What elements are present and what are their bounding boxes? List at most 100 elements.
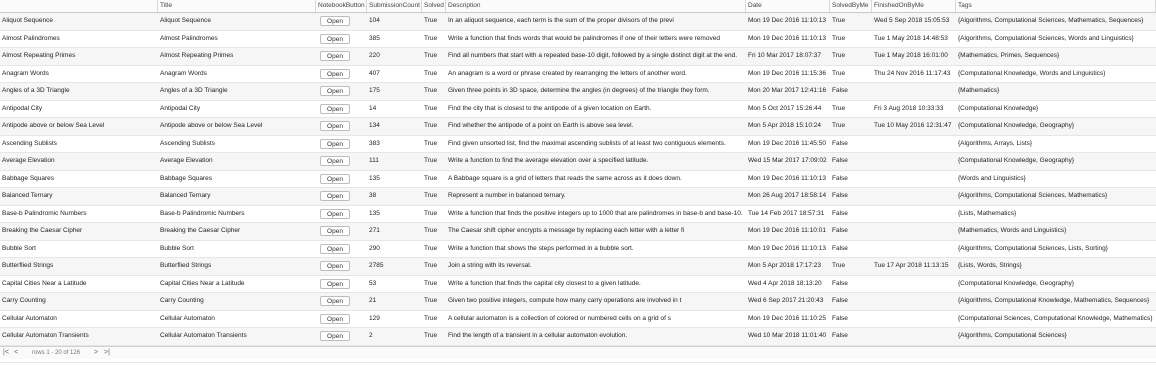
cell-tags: {Algorithms, Computational Sciences, Mat…	[958, 192, 1108, 199]
cell-date: Mon 5 Apr 2018 15:10:24	[748, 122, 822, 129]
cell-title: Almost Palindromes	[160, 34, 218, 42]
table-row[interactable]: Antipodal City Antipodal City 14 True Find t…	[0, 101, 1156, 118]
cell-finished-on	[872, 311, 956, 328]
cell-name: Breaking the Caesar Cipher	[2, 227, 83, 234]
cell-tags: {Algorithms, Arrays, Lists}	[958, 139, 1033, 147]
cell-finished-on	[872, 206, 956, 223]
cell-tags: {Mathematics}	[958, 87, 1000, 94]
last-page-button[interactable]: >|	[104, 347, 110, 359]
cell-finished-on	[872, 328, 956, 345]
table-row[interactable]: Ascending Sublists Ascending Sublists 383 T…	[0, 136, 1156, 153]
cell-solved: True	[424, 104, 438, 112]
cell-submission-count: 53	[369, 279, 377, 287]
open-notebook-button[interactable]: Open	[320, 173, 350, 184]
cell-name: Anagram Words	[2, 69, 49, 77]
cell-solved: True	[424, 52, 438, 59]
cell-title: Cellular Automaton	[160, 314, 215, 322]
header-name[interactable]	[0, 0, 158, 12]
cell-solved: True	[424, 69, 438, 77]
cell-description: Find given unsorted list, find the maxim…	[448, 139, 726, 147]
prev-page-button[interactable]: <	[14, 347, 18, 359]
cell-solved-by-me: False	[832, 244, 848, 252]
cell-submission-count: 111	[369, 157, 379, 164]
open-notebook-button[interactable]: Open	[320, 121, 350, 131]
table-row[interactable]: Balanced Ternary Balanced Ternary 38 True Re…	[0, 188, 1156, 206]
open-notebook-button[interactable]: Open	[320, 103, 350, 114]
table-row[interactable]: Bubble Sort Bubble Sort 290 True Write a fun…	[0, 241, 1156, 258]
header-tags[interactable]: Tags	[956, 0, 1156, 12]
table-row[interactable]: Anagram Words Anagram Words 407 True An anag…	[0, 66, 1156, 83]
table-row[interactable]: Carry Counting Carry Counting 21 True Given …	[0, 293, 1156, 311]
cell-solved: True	[424, 122, 438, 129]
open-notebook-button[interactable]: Open	[320, 331, 350, 341]
cell-submission-count: 175	[369, 87, 380, 94]
header-submission-count[interactable]: SubmissionCount	[367, 0, 422, 12]
cell-solved: True	[424, 297, 438, 304]
open-notebook-button[interactable]: Open	[320, 138, 350, 149]
cell-solved-by-me: False	[832, 209, 848, 217]
cell-solved: True	[424, 332, 438, 339]
open-notebook-button[interactable]: Open	[320, 156, 350, 166]
open-notebook-button[interactable]: Open	[320, 191, 350, 201]
cell-tags: {Algorithms, Computational Sciences}	[958, 332, 1067, 339]
cell-tags: {Computational Knowledge, Geography}	[958, 157, 1074, 164]
cell-solved-by-me: False	[832, 227, 848, 234]
cell-name: Butterflied Strings	[2, 262, 54, 269]
cell-title: Angles of a 3D Triangle	[160, 87, 228, 94]
open-notebook-button[interactable]: Open	[320, 313, 350, 324]
open-notebook-button[interactable]: Open	[320, 208, 350, 219]
header-notebook-button[interactable]: NotebookButton	[316, 0, 367, 12]
cell-submission-count: 104	[369, 17, 380, 24]
cell-submission-count: 134	[369, 122, 380, 129]
cell-solved-by-me: True	[832, 69, 846, 77]
cell-tags: {Computational Sciences, Computational K…	[958, 314, 1153, 322]
cell-finished-on	[872, 188, 956, 205]
cell-submission-count: 407	[369, 69, 380, 77]
open-notebook-button[interactable]: Open	[320, 261, 350, 271]
table-row[interactable]: Aliquot Sequence Aliquot Sequence 104 True I…	[0, 13, 1156, 31]
open-notebook-button[interactable]: Open	[320, 226, 350, 236]
table-row[interactable]: Babbage Squares Babbage Squares 135 True A B…	[0, 171, 1156, 188]
table-row[interactable]: Average Elevation Average Elevation 111 Tru…	[0, 153, 1156, 171]
next-page-button[interactable]: >	[94, 347, 98, 359]
cell-date: Mon 19 Dec 2016 11:45:50	[748, 139, 826, 147]
table-row[interactable]: Cellular Automaton Transients Cellular Au…	[0, 328, 1156, 346]
table-row[interactable]: Almost Palindromes Almost Palindromes 385 T…	[0, 31, 1156, 48]
cell-name: Antipode above or below Sea Level	[2, 122, 105, 129]
cell-submission-count: 21	[369, 297, 377, 304]
open-notebook-button[interactable]: Open	[320, 86, 350, 96]
header-date[interactable]: Date	[746, 0, 830, 12]
cell-title: Aliquot Sequence	[160, 17, 211, 24]
open-notebook-button[interactable]: Open	[320, 296, 350, 306]
table-row[interactable]: Butterflied Strings Butterflied Strings 27…	[0, 258, 1156, 276]
open-notebook-button[interactable]: Open	[320, 278, 350, 289]
cell-tags: {Lists, Words, Strings}	[958, 262, 1022, 269]
table-row[interactable]: Capital Cities Near a Latitude Capital Ci…	[0, 276, 1156, 293]
open-notebook-button[interactable]: Open	[320, 68, 350, 79]
cell-name: Average Elevation	[2, 157, 55, 164]
open-notebook-button[interactable]: Open	[320, 33, 350, 44]
cell-submission-count: 135	[369, 209, 380, 217]
table-row[interactable]: Breaking the Caesar Cipher Breaking the C…	[0, 223, 1156, 241]
open-notebook-button[interactable]: Open	[320, 16, 350, 26]
first-page-button[interactable]: |<	[3, 347, 9, 359]
table-row[interactable]: Almost Repeating Primes Almost Repeating …	[0, 48, 1156, 66]
cell-date: Mon 19 Dec 2016 11:10:13	[748, 244, 826, 252]
cell-tags: {Words and Linguistics}	[958, 174, 1026, 182]
table-row[interactable]: Base-b Palindromic Numbers Base-b Palindr…	[0, 206, 1156, 223]
open-notebook-button[interactable]: Open	[320, 51, 350, 61]
cell-description: Write a function that shows the steps pe…	[448, 244, 634, 252]
cell-solved: True	[424, 227, 438, 234]
header-finished-on[interactable]: FinishedOnByMe	[872, 0, 956, 12]
open-notebook-button[interactable]: Open	[320, 243, 350, 254]
header-description[interactable]: Description	[446, 0, 746, 12]
header-title[interactable]: Title	[158, 0, 316, 12]
cell-solved: True	[424, 192, 438, 199]
table-row[interactable]: Angles of a 3D Triangle Angles of a 3D Tr…	[0, 83, 1156, 101]
header-solved[interactable]: Solved	[422, 0, 446, 12]
table-row[interactable]: Cellular Automaton Cellular Automaton 129 T…	[0, 311, 1156, 328]
table-row[interactable]: Antipode above or below Sea Level Antipod…	[0, 118, 1156, 136]
cell-title: Ascending Sublists	[160, 139, 215, 147]
cell-description: Join a string with its reversal.	[448, 262, 532, 269]
header-solved-by-me[interactable]: SolvedByMe	[830, 0, 872, 12]
